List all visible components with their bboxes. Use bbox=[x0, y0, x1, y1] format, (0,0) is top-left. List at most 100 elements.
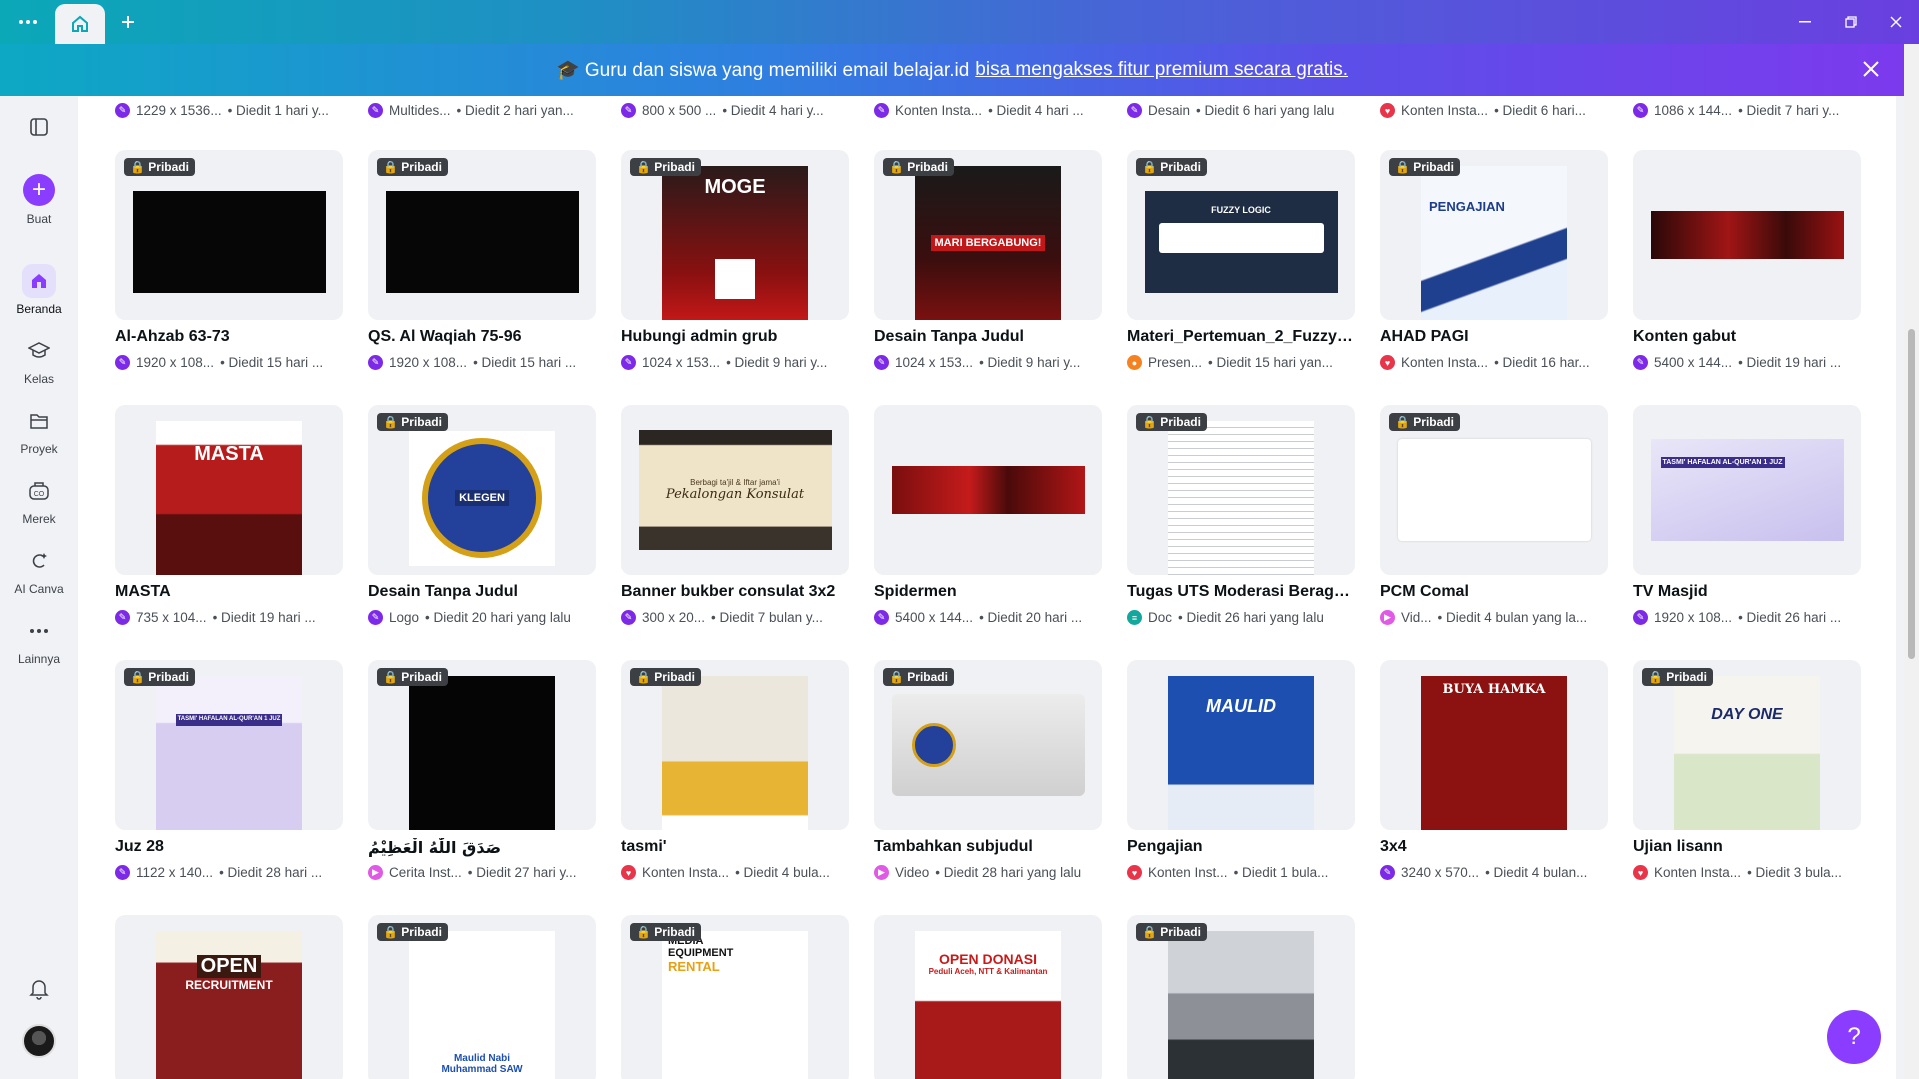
private-badge: 🔒 Pribadi bbox=[377, 158, 448, 176]
design-title[interactable]: TV Masjid bbox=[1633, 583, 1861, 601]
design-thumbnail[interactable]: OPEN RECRUITMENT bbox=[115, 915, 343, 1079]
close-window-icon[interactable] bbox=[1873, 0, 1919, 44]
design-type-icon: ✎ bbox=[115, 355, 130, 370]
thumb-text: MASTA bbox=[194, 443, 264, 465]
design-thumbnail[interactable]: 🔒 Pribadi PENGAJIAN bbox=[1380, 150, 1608, 320]
design-title[interactable]: AHAD PAGI bbox=[1380, 328, 1608, 346]
design-thumbnail[interactable]: 🔒 Pribadi bbox=[115, 150, 343, 320]
notifications-button[interactable] bbox=[0, 972, 78, 1010]
design-thumbnail[interactable]: OPEN DONASI Peduli Aceh, NTT & Kalimanta… bbox=[874, 915, 1102, 1079]
design-type-icon: ✎ bbox=[368, 103, 383, 118]
design-meta: ♥ Konten Insta... • Diedit 3 bula... bbox=[1633, 865, 1861, 880]
design-type-icon: ✎ bbox=[1633, 610, 1648, 625]
design-thumbnail[interactable]: 🔒 Pribadi KLEGEN bbox=[368, 405, 596, 575]
close-icon[interactable] bbox=[1858, 57, 1884, 83]
design-type-icon: ✎ bbox=[621, 610, 636, 625]
design-type-icon: ✎ bbox=[1127, 103, 1142, 118]
sidebar-item-label: Lainnya bbox=[17, 652, 61, 666]
design-meta: ✎ 1122 x 140... • Diedit 28 hari ... bbox=[115, 865, 343, 880]
design-title[interactable]: Tambahkan subjudul bbox=[874, 838, 1102, 856]
designs-grid: ✎ 1229 x 1536... • Diedit 1 hari y... ✎ Mul… bbox=[78, 96, 1896, 1079]
design-thumbnail[interactable]: 🔒 Pribadi FUZZY LOGIC bbox=[1127, 150, 1355, 320]
sidebar-item-brand[interactable]: CO Merek bbox=[0, 474, 78, 526]
thumb-text: Pekalongan Konsulat bbox=[665, 487, 805, 502]
sidebar-item-create[interactable]: + Buat bbox=[0, 174, 78, 226]
design-meta: ✎ 1024 x 153... • Diedit 9 hari y... bbox=[874, 355, 1102, 370]
sidebar-item-projects[interactable]: Proyek bbox=[0, 404, 78, 456]
home-tab[interactable] bbox=[55, 4, 105, 44]
design-title[interactable]: Materi_Pertemuan_2_Fuzzy_... bbox=[1127, 328, 1355, 346]
design-title[interactable]: Desain Tanpa Judul bbox=[368, 583, 596, 601]
help-button[interactable]: ? bbox=[1827, 1010, 1881, 1064]
sidebar-item-label: Kelas bbox=[23, 372, 55, 386]
design-thumbnail[interactable]: 🔒 Pribadi Maulid Nabi Muhammad SAW bbox=[368, 915, 596, 1079]
design-title[interactable]: Tugas UTS Moderasi Beraga... bbox=[1127, 583, 1355, 601]
design-thumbnail[interactable]: 🔒 Pribadi bbox=[368, 150, 596, 320]
design-thumbnail[interactable]: 🔒 Pribadi bbox=[368, 660, 596, 830]
design-thumbnail[interactable]: MASTA bbox=[115, 405, 343, 575]
design-title[interactable]: Konten gabut bbox=[1633, 328, 1861, 346]
promo-link[interactable]: bisa mengakses fitur premium secara grat… bbox=[975, 59, 1348, 81]
private-badge: 🔒 Pribadi bbox=[883, 668, 954, 686]
design-title[interactable]: tasmi' bbox=[621, 838, 849, 856]
design-title[interactable]: صَدَقَ اللّٰهُ الْعَظِيْمُ bbox=[368, 838, 596, 857]
design-thumbnail[interactable]: 🔒 Pribadi bbox=[1127, 915, 1355, 1079]
design-meta: ✎ 1920 x 108... • Diedit 15 hari ... bbox=[115, 355, 343, 370]
design-thumbnail[interactable]: TASMI' HAFALAN AL-QUR'AN 1 JUZ bbox=[1633, 405, 1861, 575]
instagram-icon: ♥ bbox=[1380, 355, 1395, 370]
design-meta: ✎ Desain • Diedit 6 hari yang lalu bbox=[1127, 103, 1355, 118]
design-thumbnail[interactable]: 🔒 Pribadi MEDIA EQUIPMENT RENTAL bbox=[621, 915, 849, 1079]
design-thumbnail[interactable]: 🔒 Pribadi bbox=[874, 660, 1102, 830]
scrollbar-thumb[interactable] bbox=[1908, 329, 1915, 659]
private-badge: 🔒 Pribadi bbox=[377, 413, 448, 431]
avatar[interactable] bbox=[22, 1024, 56, 1058]
minimize-icon[interactable] bbox=[1782, 0, 1828, 44]
promo-banner: 🎓 Guru dan siswa yang memiliki email bel… bbox=[0, 44, 1904, 96]
restore-icon[interactable] bbox=[1828, 0, 1874, 44]
design-title[interactable]: Hubungi admin grub bbox=[621, 328, 849, 346]
design-title[interactable]: Pengajian bbox=[1127, 838, 1355, 856]
design-title[interactable]: Ujian lisann bbox=[1633, 838, 1861, 856]
design-title[interactable]: Desain Tanpa Judul bbox=[874, 328, 1102, 346]
thumb-text: BUYA HAMKA bbox=[1442, 682, 1546, 697]
design-title[interactable]: MASTA bbox=[115, 583, 343, 601]
private-badge: 🔒 Pribadi bbox=[883, 158, 954, 176]
design-meta: ✎ 1024 x 153... • Diedit 9 hari y... bbox=[621, 355, 849, 370]
design-thumbnail[interactable]: 🔒 Pribadi MARI BERGABUNG! bbox=[874, 150, 1102, 320]
design-thumbnail[interactable] bbox=[1633, 150, 1861, 320]
design-meta: ✎ Multides... • Diedit 2 hari yan... bbox=[368, 103, 596, 118]
thumb-text: MARI BERGABUNG! bbox=[930, 235, 1046, 251]
sidebar-item-classes[interactable]: Kelas bbox=[0, 334, 78, 386]
thumb-text: TASMI' HAFALAN AL-QUR'AN 1 JUZ bbox=[1660, 457, 1785, 468]
doc-icon: ≡ bbox=[1127, 610, 1142, 625]
sidebar-item-more[interactable]: Lainnya bbox=[0, 614, 78, 666]
design-thumbnail[interactable]: 🔒 Pribadi bbox=[1380, 405, 1608, 575]
instagram-icon: ♥ bbox=[1127, 865, 1142, 880]
design-thumbnail[interactable]: 🔒 Pribadi MOGE bbox=[621, 150, 849, 320]
design-title[interactable]: Al-Ahzab 63-73 bbox=[115, 328, 343, 346]
plus-icon: + bbox=[23, 174, 55, 206]
private-badge: 🔒 Pribadi bbox=[1136, 923, 1207, 941]
sidebar-toggle[interactable] bbox=[0, 110, 78, 148]
design-thumbnail[interactable]: MAULID bbox=[1127, 660, 1355, 830]
design-thumbnail[interactable]: 🔒 Pribadi DAY ONE bbox=[1633, 660, 1861, 830]
design-title[interactable]: Juz 28 bbox=[115, 838, 343, 856]
new-tab-icon[interactable] bbox=[106, 0, 150, 44]
design-thumbnail[interactable] bbox=[874, 405, 1102, 575]
sidebar-item-ai-canva[interactable]: AI Canva bbox=[0, 544, 78, 596]
design-title[interactable]: PCM Comal bbox=[1380, 583, 1608, 601]
design-type-icon: ✎ bbox=[874, 355, 889, 370]
design-thumbnail[interactable]: 🔒 Pribadi bbox=[621, 660, 849, 830]
design-thumbnail[interactable]: 🔒 Pribadi TASMI' HAFALAN AL-QUR'AN 1 JUZ bbox=[115, 660, 343, 830]
menu-dots-icon[interactable] bbox=[6, 0, 50, 44]
design-thumbnail[interactable]: 🔒 Pribadi bbox=[1127, 405, 1355, 575]
sidebar-item-home[interactable]: Beranda bbox=[0, 264, 78, 316]
design-title[interactable]: Spidermen bbox=[874, 583, 1102, 601]
design-title[interactable]: QS. Al Waqiah 75-96 bbox=[368, 328, 596, 346]
promo-text: 🎓 Guru dan siswa yang memiliki email bel… bbox=[555, 60, 970, 81]
design-thumbnail[interactable]: Berbagi ta'jil & Iftar jama'i Pekalongan… bbox=[621, 405, 849, 575]
scrollbar[interactable] bbox=[1904, 44, 1919, 1079]
design-thumbnail[interactable]: BUYA HAMKA bbox=[1380, 660, 1608, 830]
design-title[interactable]: 3x4 bbox=[1380, 838, 1608, 856]
design-title[interactable]: Banner bukber consulat 3x2 bbox=[621, 583, 849, 601]
